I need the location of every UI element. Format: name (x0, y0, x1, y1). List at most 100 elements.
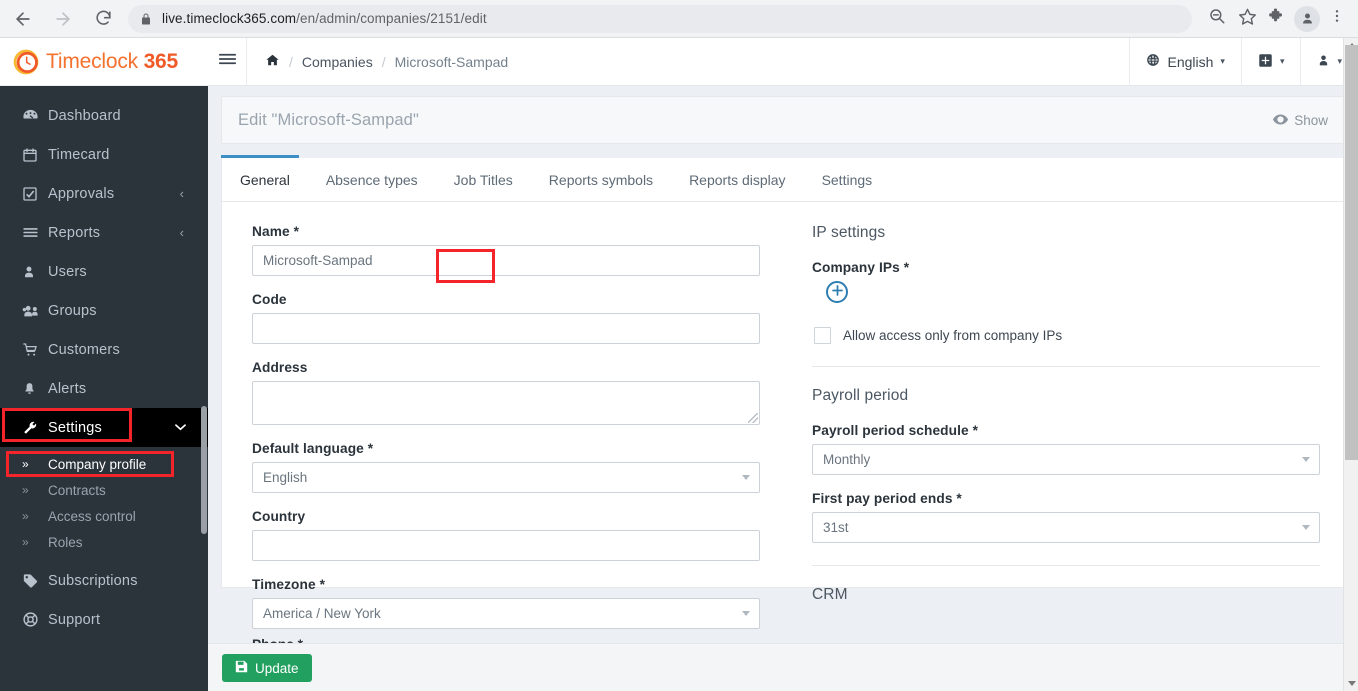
sidebar-item-timecard[interactable]: Timecard (0, 135, 208, 174)
sidebar-toggle-button[interactable] (208, 52, 246, 71)
field-label: Address (252, 360, 308, 375)
reload-button[interactable] (86, 2, 120, 36)
show-label: Show (1294, 112, 1328, 128)
sidebar-item-reports[interactable]: Reports ‹ (0, 213, 208, 252)
sidebar-item-alerts[interactable]: Alerts (0, 369, 208, 408)
general-form: Name * Code Address Default lan (222, 202, 1344, 646)
field-label: Name * (252, 224, 300, 239)
chevron-down-icon: ▾ (1220, 56, 1225, 66)
sidebar: Timeclock 365 Dashboard Timecard Approva (0, 38, 208, 691)
breadcrumb-item-companies[interactable]: Companies (302, 54, 373, 70)
top-navbar: / Companies / Microsoft-Sampad English ▾… (208, 37, 1358, 86)
tab-general[interactable]: General (222, 158, 308, 202)
wrench-icon (22, 420, 48, 436)
zoom-out-button[interactable] (1202, 4, 1232, 34)
select-value: America / New York (263, 606, 381, 621)
field-payroll-period-schedule: Payroll period schedule * Monthly (812, 423, 1320, 475)
default-language-select[interactable]: English (252, 462, 760, 493)
breadcrumb-separator: / (289, 53, 293, 70)
avatar (1294, 5, 1320, 32)
tab-label: Reports symbols (548, 171, 654, 188)
sidebar-item-label: Support (48, 611, 101, 628)
sidebar-item-label: Groups (48, 302, 97, 319)
browser-menu-button[interactable] (1322, 4, 1352, 34)
sidebar-scrollbar-thumb[interactable] (201, 406, 207, 534)
back-button[interactable] (6, 2, 40, 36)
tag-icon (22, 573, 48, 589)
double-chevron-right-icon: » (22, 457, 29, 471)
page-header-panel: Edit "Microsoft-Sampad" Show (221, 96, 1345, 144)
tab-absence-types[interactable]: Absence types (308, 158, 436, 202)
tab-reports-symbols[interactable]: Reports symbols (531, 158, 671, 202)
country-input[interactable] (252, 530, 760, 561)
bookmark-button[interactable] (1232, 4, 1262, 34)
code-input[interactable] (252, 313, 760, 344)
page-scrollbar[interactable] (1343, 38, 1358, 691)
name-input[interactable] (252, 245, 760, 276)
three-dots-vertical-icon (1329, 8, 1345, 29)
tab-settings[interactable]: Settings (804, 158, 891, 202)
sidebar-item-groups[interactable]: Groups (0, 291, 208, 330)
sidebar-item-users[interactable]: Users (0, 252, 208, 291)
profile-button[interactable] (1292, 4, 1322, 34)
sidebar-item-customers[interactable]: Customers (0, 330, 208, 369)
add-menu-button[interactable]: ▾ (1240, 37, 1301, 86)
timezone-select[interactable]: America / New York (252, 598, 760, 629)
field-label: Code (252, 292, 287, 307)
field-default-language: Default language * English (252, 441, 760, 493)
chevron-down-icon (1302, 457, 1310, 462)
plus-square-icon (1258, 53, 1273, 71)
select-value: 31st (823, 520, 849, 535)
sidebar-subitem-roles[interactable]: » Roles (0, 529, 208, 555)
tab-reports-display[interactable]: Reports display (671, 158, 804, 202)
brand-logo-area[interactable]: Timeclock 365 (0, 38, 208, 86)
sidebar-item-label: Reports (48, 224, 101, 241)
home-icon[interactable] (265, 53, 280, 70)
clock-logo-icon (12, 48, 40, 76)
allow-company-ips-row[interactable]: Allow access only from company IPs (812, 327, 1320, 344)
sidebar-subitem-label: Company profile (48, 456, 147, 472)
check-square-icon (22, 186, 48, 202)
address-textarea[interactable] (252, 381, 760, 425)
sidebar-nav: Dashboard Timecard Approvals ‹ Reports ‹… (0, 86, 208, 639)
sidebar-subitem-label: Roles (48, 534, 83, 550)
browser-toolbar: live.timeclock365.com/en/admin/companies… (0, 0, 1358, 38)
forward-button[interactable] (46, 2, 80, 36)
extensions-button[interactable] (1262, 4, 1292, 34)
sidebar-item-subscriptions[interactable]: Subscriptions (0, 561, 208, 600)
sidebar-item-approvals[interactable]: Approvals ‹ (0, 174, 208, 213)
brand-suffix: 365 (143, 49, 179, 73)
language-selector[interactable]: English ▾ (1129, 37, 1240, 86)
add-company-ip-button[interactable] (826, 281, 848, 303)
sidebar-subitem-company-profile[interactable]: » Company profile (0, 451, 208, 477)
sidebar-subitem-access-control[interactable]: » Access control (0, 503, 208, 529)
field-label: Country (252, 509, 306, 524)
section-divider (812, 366, 1320, 367)
life-ring-icon (22, 611, 48, 628)
field-label: Default language * (252, 441, 374, 456)
show-link[interactable]: Show (1273, 113, 1328, 128)
page-scrollbar-thumb[interactable] (1345, 45, 1358, 460)
scroll-down-button[interactable] (1344, 676, 1358, 691)
sidebar-item-dashboard[interactable]: Dashboard (0, 96, 208, 135)
tab-job-titles[interactable]: Job Titles (436, 158, 531, 202)
puzzle-icon (1268, 7, 1286, 30)
chevron-left-icon: ‹ (179, 186, 184, 201)
field-name: Name * (252, 224, 760, 276)
update-button[interactable]: Update (222, 654, 312, 682)
resize-handle-icon[interactable] (748, 413, 758, 423)
sidebar-subitem-contracts[interactable]: » Contracts (0, 477, 208, 503)
first-pay-period-ends-select[interactable]: 31st (812, 512, 1320, 543)
address-bar[interactable]: live.timeclock365.com/en/admin/companies… (128, 4, 1192, 33)
field-label: First pay period ends * (812, 491, 962, 506)
allow-company-ips-checkbox[interactable] (814, 327, 831, 344)
select-value: English (263, 470, 308, 485)
sidebar-item-label: Approvals (48, 185, 115, 202)
main-content: Edit "Microsoft-Sampad" Show General Abs… (208, 86, 1358, 691)
sidebar-item-settings[interactable]: Settings (0, 408, 208, 447)
field-label: Timezone * (252, 577, 326, 592)
sidebar-item-label: Settings (48, 419, 102, 436)
payroll-period-schedule-select[interactable]: Monthly (812, 444, 1320, 475)
sidebar-item-support[interactable]: Support (0, 600, 208, 639)
double-chevron-right-icon: » (22, 483, 29, 497)
